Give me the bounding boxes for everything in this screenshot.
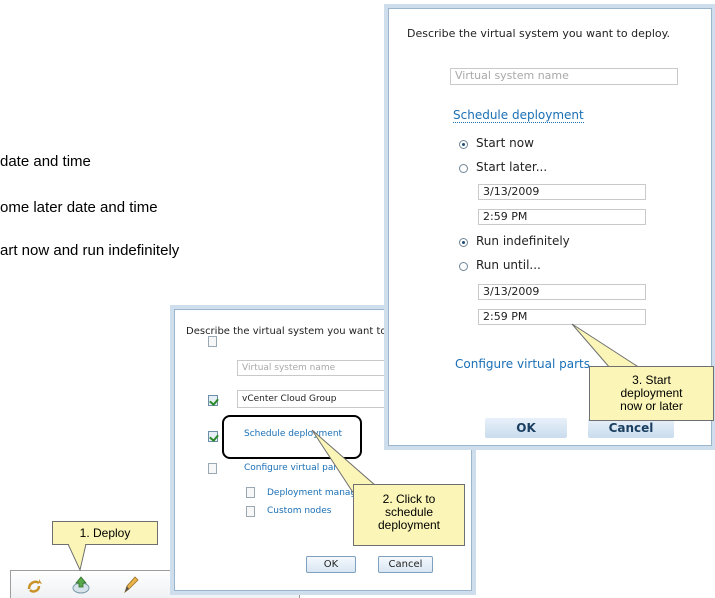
large-ok-button[interactable]: OK (485, 418, 567, 438)
start-now-radio[interactable] (459, 140, 468, 149)
callout-start: 3. Start deployment now or later (589, 366, 714, 421)
large-dialog-prompt: Describe the virtual system you want to … (407, 27, 671, 40)
small-name-input[interactable]: Virtual system name (237, 360, 387, 376)
start-time-input[interactable]: 2:59 PM (478, 209, 646, 225)
start-date-input[interactable]: 3/13/2009 (478, 184, 646, 200)
start-now-label: Start now (476, 136, 534, 150)
clipboard-icon (246, 506, 255, 517)
clipboard-icon (246, 487, 255, 498)
run-until-radio[interactable] (459, 262, 468, 271)
deploy-icon[interactable] (71, 575, 91, 595)
clipboard-icon (208, 463, 217, 474)
callout-deploy: 1. Deploy (52, 521, 158, 545)
bullet-text-2: ome later date and time (0, 199, 158, 216)
large-schedule-link[interactable]: Schedule deployment (453, 108, 584, 123)
callout-schedule: 2. Click to schedule deployment (353, 484, 465, 546)
clipboard-icon (208, 336, 217, 347)
bullet-text-3: art now and run indefinitely (0, 242, 180, 259)
run-indefinitely-label: Run indefinitely (476, 234, 570, 248)
run-until-label: Run until... (476, 258, 541, 272)
pencil-icon[interactable] (121, 575, 139, 595)
callout-schedule-line-3: deployment (377, 518, 441, 532)
bullet-text-1: date and time (0, 153, 91, 170)
run-indefinitely-radio[interactable] (459, 238, 468, 247)
large-cancel-button[interactable]: Cancel (588, 418, 674, 438)
callout-start-pointer (571, 323, 642, 369)
small-custom-nodes-link[interactable]: Custom nodes (267, 506, 332, 516)
callout-deploy-pointer (67, 544, 87, 572)
check-clipboard-icon (208, 431, 218, 442)
start-later-label: Start later... (476, 160, 548, 174)
end-date-input[interactable]: 3/13/2009 (478, 284, 646, 300)
refresh-icon[interactable] (25, 577, 43, 595)
callout-deploy-text: 1. Deploy (79, 526, 131, 540)
small-cancel-button[interactable]: Cancel (378, 556, 433, 573)
small-ok-button[interactable]: OK (306, 556, 356, 573)
callout-start-line-3: now or later (620, 399, 683, 413)
start-later-radio[interactable] (459, 164, 468, 173)
large-name-input[interactable]: Virtual system name (450, 68, 678, 85)
small-cloud-group-select[interactable]: vCenter Cloud Group (237, 390, 387, 408)
check-clipboard-icon (208, 395, 218, 406)
small-dialog-prompt: Describe the virtual system you want to … (186, 326, 403, 337)
